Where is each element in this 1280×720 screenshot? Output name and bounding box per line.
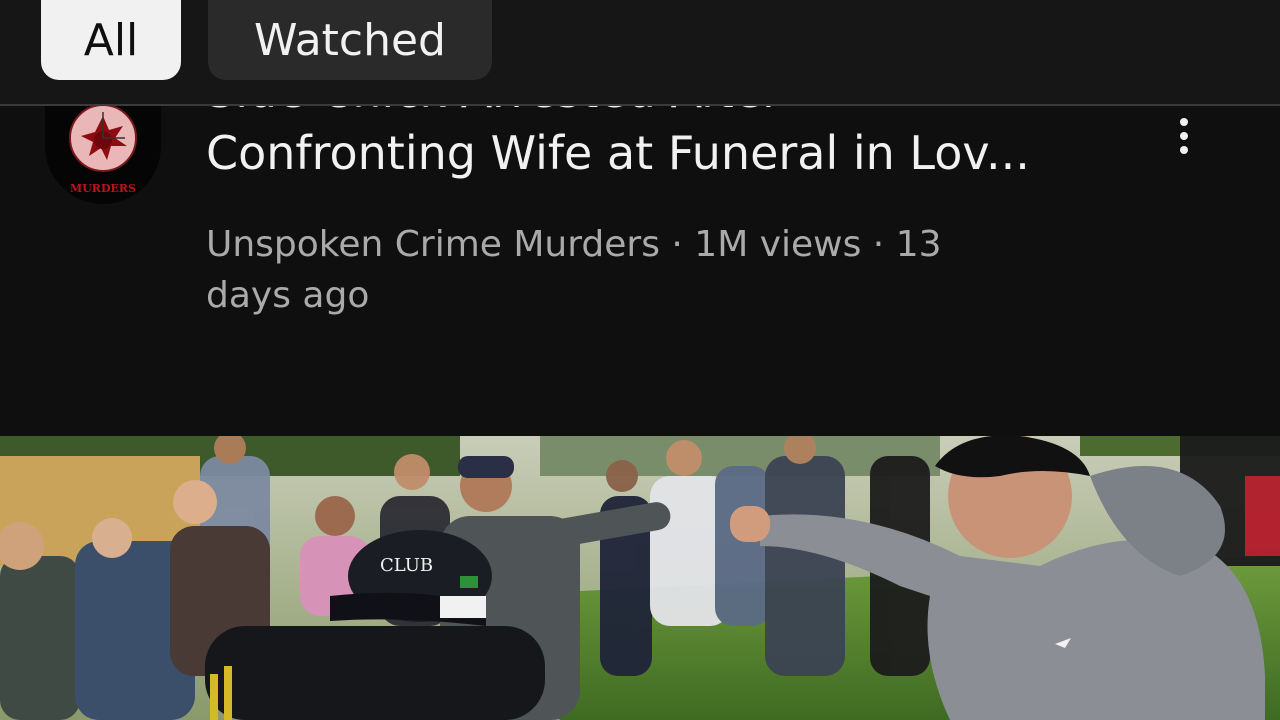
svg-text:CLUB: CLUB [380,555,433,576]
channel-avatar-text: MURDERS [70,182,136,195]
video-info-row[interactable]: MURDERS Side Chick Arrested After Confro… [0,106,1280,436]
video-metadata-line1: Unspoken Crime Murders · 1M views · 13 [206,224,942,265]
chip-all[interactable]: All [41,0,181,80]
thumbnail-image: CLUB [0,436,1280,720]
video-metadata-line2: days ago [206,275,370,316]
video-title-line2: Confronting Wife at Funeral in Lov... [206,126,1030,180]
video-title[interactable]: Side Chick Arrested After Confronting Wi… [206,106,1126,184]
video-title-line1: Side Chick Arrested After [206,106,1126,122]
video-metadata: Unspoken Crime Murders · 1M views · 13 d… [206,219,1106,321]
channel-logo-icon: MURDERS [69,106,137,195]
chip-watched[interactable]: Watched [208,0,492,80]
video-thumbnail[interactable]: CLUB [0,436,1280,720]
filter-chip-bar: All Watched [0,0,1280,106]
channel-avatar[interactable]: MURDERS [45,106,161,204]
more-vert-icon[interactable] [1166,116,1202,156]
